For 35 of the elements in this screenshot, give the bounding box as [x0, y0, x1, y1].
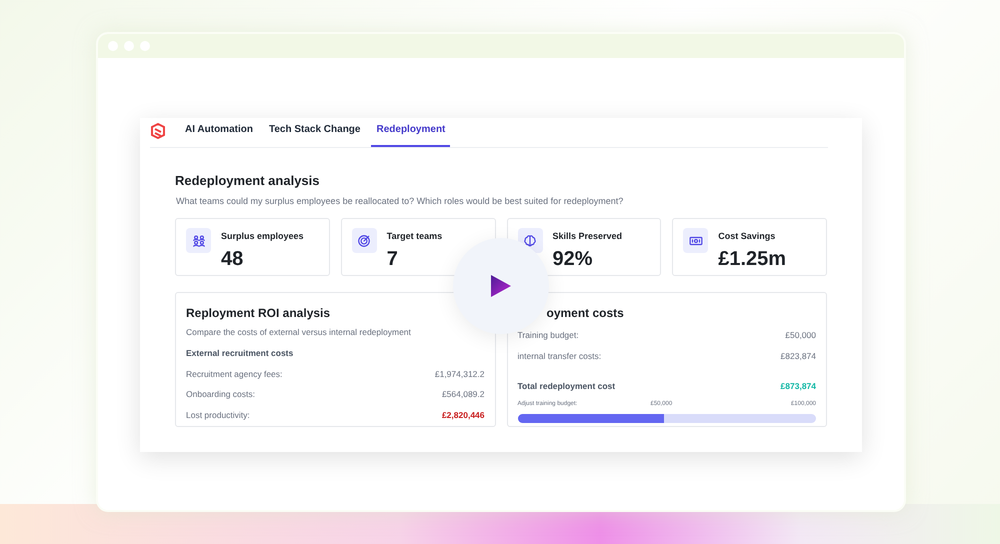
cost-value: £2,820,446: [442, 409, 484, 422]
tab[interactable]: Tech Stack Change: [264, 122, 366, 147]
stat-label: Cost Savings: [718, 230, 776, 243]
cost-label: Lost productivity:: [186, 409, 250, 422]
cost-value: £823,874: [780, 350, 816, 362]
cost-value: £50,000: [785, 329, 816, 342]
cost-label: Onboarding costs:: [186, 388, 255, 401]
stat-value: £1.25m: [718, 248, 786, 268]
page-title: Redeployment analysis: [175, 172, 320, 190]
stat-label: Surplus employees: [221, 230, 304, 243]
panel-title: oyment costs: [546, 305, 625, 322]
people-icon: [192, 234, 206, 248]
tab[interactable]: Redeployment: [371, 122, 450, 147]
cost-label: Training budget:: [518, 329, 579, 342]
page-subtitle: What teams could my surplus employees be reallocated to? Which roles would be best suited for redeployment?: [176, 194, 624, 208]
total-label: Total redeployment cost: [518, 380, 616, 392]
cost-label: Recruitment agency fees:: [186, 368, 282, 380]
stat-value: 48: [221, 248, 244, 268]
stat-value: 7: [386, 248, 399, 268]
stat-label: Target teams: [386, 230, 442, 243]
cost-value: £1,974,312.2: [434, 368, 484, 380]
brain-icon: [523, 234, 537, 248]
total-value: £873,874: [780, 380, 816, 392]
target-icon: [357, 234, 372, 248]
play-icon: [490, 274, 512, 298]
cost-label: internal transfer costs:: [518, 350, 602, 362]
tab[interactable]: AI Automation: [180, 122, 258, 147]
panel-title: Reployment ROI analysis: [186, 305, 332, 322]
logo-icon: [150, 123, 166, 139]
stat-value: 92%: [552, 248, 594, 268]
panel-subtitle: Compare the costs of external versus internal redeployment: [186, 326, 412, 339]
stat-label: Skills Preserved: [552, 230, 622, 243]
section-heading: External recruitment costs: [186, 346, 294, 360]
slider-track[interactable]: [518, 414, 816, 424]
cost-value: £564,089.2: [442, 388, 484, 401]
